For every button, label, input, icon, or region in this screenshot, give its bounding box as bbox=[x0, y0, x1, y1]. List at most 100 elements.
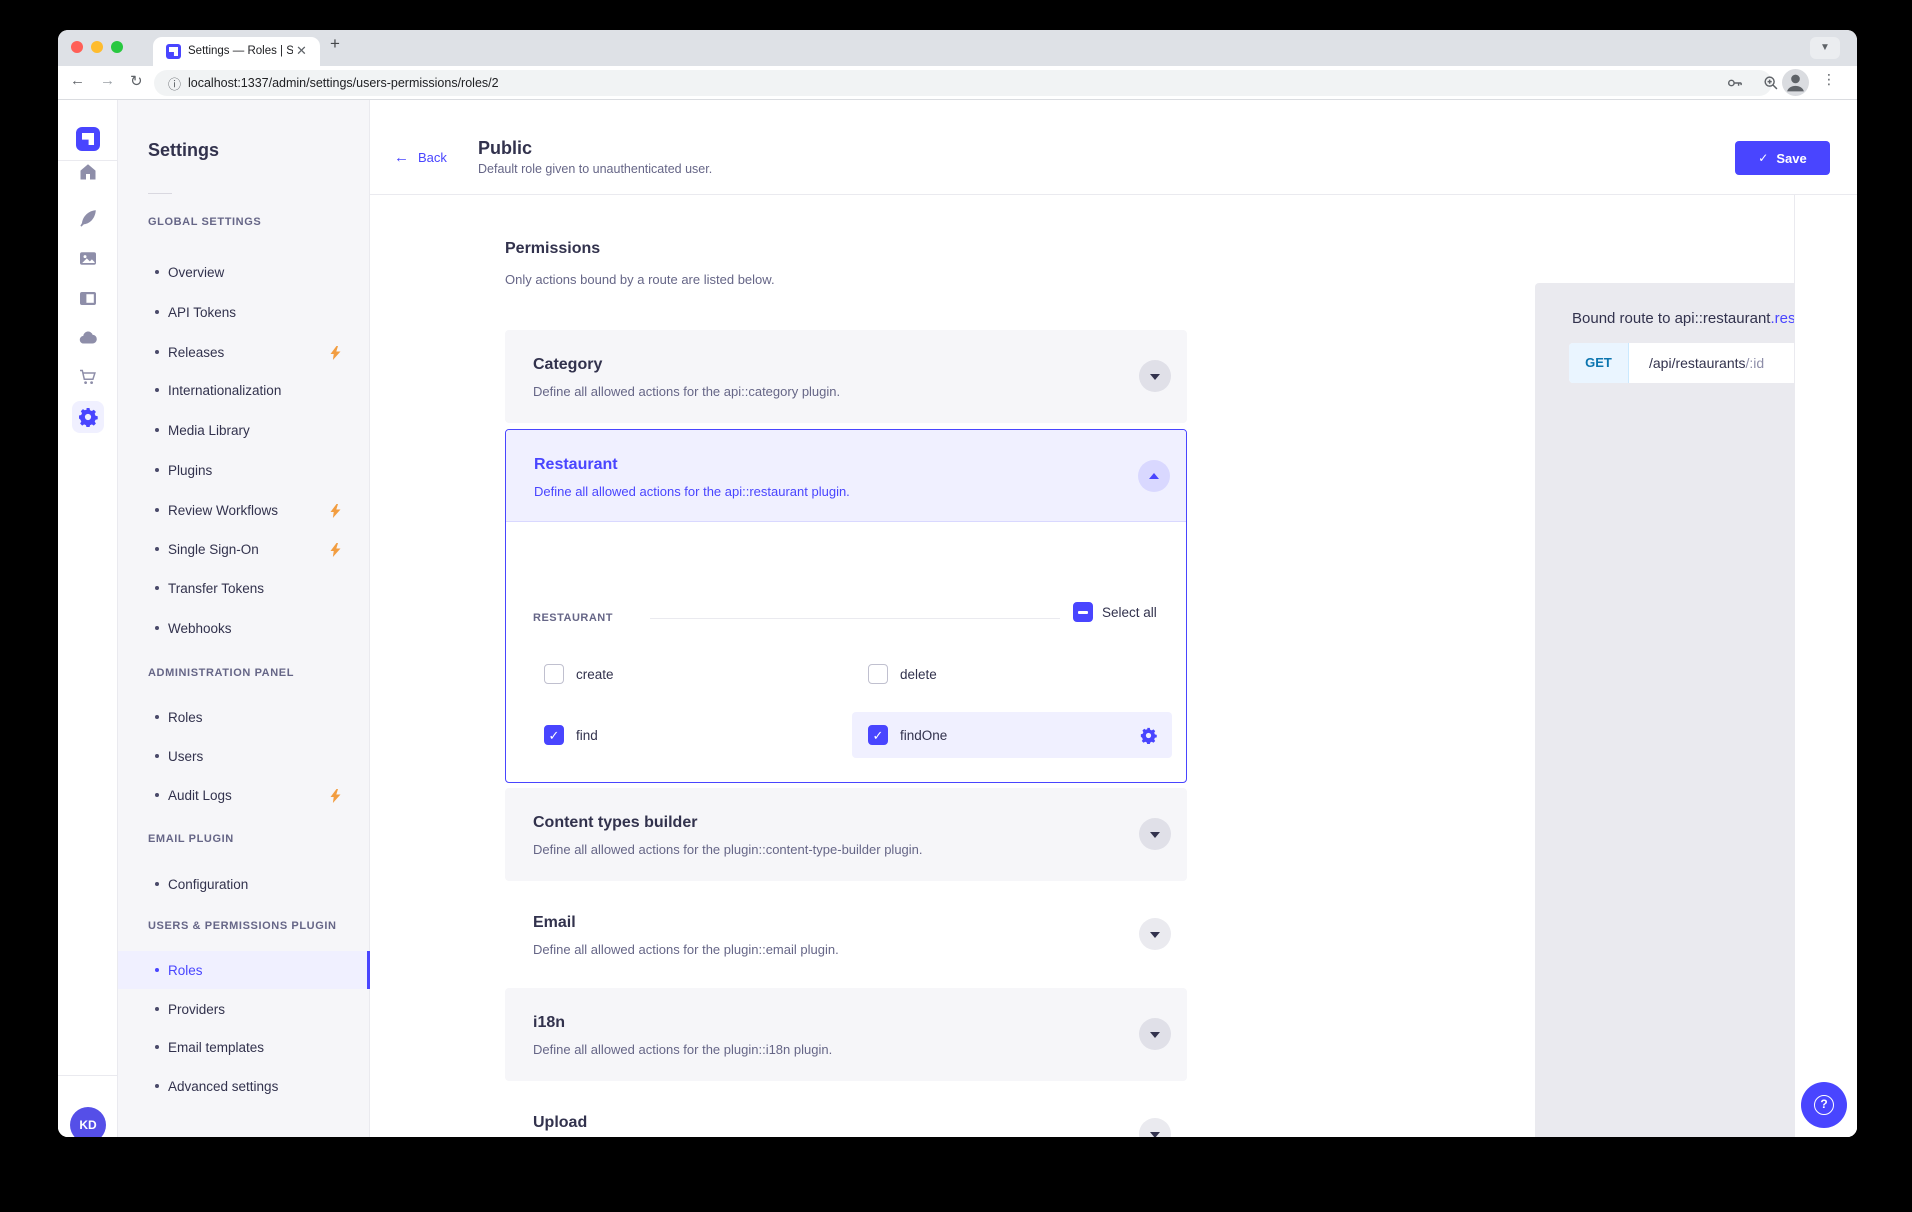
tab-search-chevron-icon[interactable]: ▼ bbox=[1810, 37, 1840, 59]
check-icon: ✓ bbox=[1758, 151, 1768, 165]
browser-tab[interactable]: Settings — Roles | Strapi ✕ bbox=[153, 37, 320, 66]
divider bbox=[650, 618, 1060, 619]
user-avatar[interactable]: KD bbox=[70, 1107, 106, 1137]
back-link[interactable]: ←Back bbox=[394, 149, 447, 166]
tab-title: Settings — Roles | Strapi bbox=[188, 45, 293, 57]
section-email-plugin: EMAIL PLUGIN bbox=[148, 833, 234, 847]
checkbox-create[interactable] bbox=[544, 664, 564, 684]
collapse-chevron-button[interactable] bbox=[1138, 460, 1170, 492]
sidebar-item-configuration[interactable]: Configuration bbox=[118, 865, 370, 903]
sidebar-item-review-workflows[interactable]: Review Workflows bbox=[118, 491, 370, 529]
sidebar-item-roles-active[interactable]: Roles bbox=[118, 951, 370, 989]
back-icon[interactable]: ← bbox=[70, 72, 85, 89]
chevron-up-icon bbox=[1149, 473, 1159, 479]
reload-icon[interactable]: ↻ bbox=[130, 72, 143, 90]
screen-background: Settings — Roles | Strapi ✕ + ▼ ← → ↻ ⓘ … bbox=[0, 0, 1912, 1212]
section-administration-panel: ADMINISTRATION PANEL bbox=[148, 667, 294, 681]
sidebar-item-releases[interactable]: Releases bbox=[118, 333, 370, 371]
checkbox-find[interactable]: ✓ bbox=[544, 725, 564, 745]
accordion-category[interactable]: Category Define all allowed actions for … bbox=[505, 330, 1187, 423]
save-button[interactable]: ✓Save bbox=[1735, 141, 1830, 175]
strapi-logo[interactable] bbox=[76, 127, 100, 151]
divider bbox=[148, 193, 172, 194]
address-bar[interactable]: ⓘ localhost:1337/admin/settings/users-pe… bbox=[154, 70, 1772, 96]
bolt-icon bbox=[330, 789, 341, 803]
marketplace-cart-icon[interactable] bbox=[78, 367, 98, 387]
accordion-content-types-builder[interactable]: Content types builder Define all allowed… bbox=[505, 788, 1187, 881]
expand-chevron-button[interactable] bbox=[1139, 1118, 1171, 1137]
strapi-app: KD Settings GLOBAL SETTINGS Overview API… bbox=[58, 100, 1857, 1137]
accordion-email[interactable]: Email Define all allowed actions for the… bbox=[505, 888, 1187, 981]
chevron-down-icon bbox=[1150, 1032, 1160, 1038]
strapi-favicon-icon bbox=[166, 44, 181, 59]
cloud-icon[interactable] bbox=[78, 328, 98, 348]
zoom-icon[interactable] bbox=[1762, 74, 1780, 92]
chevron-down-icon bbox=[1150, 374, 1160, 380]
chevron-down-icon bbox=[1150, 932, 1160, 938]
site-info-icon[interactable]: ⓘ bbox=[168, 74, 181, 93]
sidebar-item-audit-logs[interactable]: Audit Logs bbox=[118, 776, 370, 814]
sidebar-item-media-library[interactable]: Media Library bbox=[118, 411, 370, 449]
route-path: /api/restaurants/:id bbox=[1649, 355, 1764, 371]
tab-close-icon[interactable]: ✕ bbox=[296, 43, 307, 59]
back-arrow-icon: ← bbox=[394, 149, 409, 166]
restaurant-group-label: RESTAURANT bbox=[533, 612, 613, 624]
sidebar-item-overview[interactable]: Overview bbox=[118, 253, 370, 291]
chevron-down-icon bbox=[1150, 1132, 1160, 1137]
sidebar-item-webhooks[interactable]: Webhooks bbox=[118, 609, 370, 647]
sidebar-item-advanced-settings[interactable]: Advanced settings bbox=[118, 1067, 370, 1105]
checkbox-delete[interactable] bbox=[868, 664, 888, 684]
sidebar-item-plugins[interactable]: Plugins bbox=[118, 451, 370, 489]
sidebar-item-api-tokens[interactable]: API Tokens bbox=[118, 293, 370, 331]
browser-menu-icon[interactable]: ⋮ bbox=[1822, 71, 1836, 88]
accordion-restaurant: Restaurant Define all allowed actions fo… bbox=[505, 429, 1187, 783]
forward-icon[interactable]: → bbox=[100, 72, 115, 89]
checkbox-findone[interactable]: ✓ bbox=[868, 725, 888, 745]
expand-chevron-button[interactable] bbox=[1139, 918, 1171, 950]
bolt-icon bbox=[330, 543, 341, 557]
checkbox-find-label: find bbox=[576, 728, 598, 743]
select-all-checkbox[interactable] bbox=[1073, 602, 1093, 622]
selected-action-row-findone[interactable]: ✓ findOne bbox=[852, 712, 1172, 758]
sidebar-item-single-sign-on[interactable]: Single Sign-On bbox=[118, 530, 370, 568]
expand-chevron-button[interactable] bbox=[1139, 818, 1171, 850]
home-icon[interactable] bbox=[78, 162, 98, 182]
settings-nav-item[interactable] bbox=[72, 401, 104, 433]
expand-chevron-button[interactable] bbox=[1139, 1018, 1171, 1050]
http-method-badge: GET bbox=[1569, 343, 1629, 383]
expand-chevron-button[interactable] bbox=[1139, 360, 1171, 392]
sidebar-item-providers[interactable]: Providers bbox=[118, 990, 370, 1028]
sidebar-item-users[interactable]: Users bbox=[118, 737, 370, 775]
maximize-window-button[interactable] bbox=[111, 41, 123, 53]
new-tab-button[interactable]: + bbox=[330, 34, 340, 54]
sidebar-item-internationalization[interactable]: Internationalization bbox=[118, 371, 370, 409]
action-settings-cog-icon[interactable] bbox=[1140, 727, 1157, 744]
accordion-upload[interactable]: Upload bbox=[505, 1088, 1187, 1137]
sidebar-item-email-templates[interactable]: Email templates bbox=[118, 1028, 370, 1066]
settings-sidebar: Settings GLOBAL SETTINGS Overview API To… bbox=[118, 100, 370, 1137]
browser-profile-avatar[interactable] bbox=[1782, 69, 1809, 96]
content-type-builder-layout-icon[interactable] bbox=[78, 288, 98, 308]
permissions-subtitle: Only actions bound by a route are listed… bbox=[505, 272, 775, 287]
section-global-settings: GLOBAL SETTINGS bbox=[148, 216, 261, 230]
bolt-icon bbox=[330, 346, 341, 360]
sidebar-item-admin-roles[interactable]: Roles bbox=[118, 698, 370, 736]
close-window-button[interactable] bbox=[71, 41, 83, 53]
url-text: localhost:1337/admin/settings/users-perm… bbox=[188, 76, 499, 90]
right-gutter bbox=[1794, 195, 1857, 1137]
checkbox-create-label: create bbox=[576, 667, 614, 682]
content-manager-feather-icon[interactable] bbox=[78, 208, 98, 228]
main-nav-rail: KD bbox=[58, 100, 118, 1137]
settings-gear-icon bbox=[78, 407, 98, 427]
sidebar-item-transfer-tokens[interactable]: Transfer Tokens bbox=[118, 569, 370, 607]
minimize-window-button[interactable] bbox=[91, 41, 103, 53]
media-library-image-icon[interactable] bbox=[78, 248, 98, 268]
settings-sidebar-title: Settings bbox=[148, 140, 219, 161]
section-users-permissions-plugin: USERS & PERMISSIONS PLUGIN bbox=[148, 920, 337, 934]
help-button[interactable]: ? bbox=[1801, 1082, 1847, 1128]
chevron-down-icon bbox=[1150, 832, 1160, 838]
accordion-restaurant-header[interactable]: Restaurant Define all allowed actions fo… bbox=[506, 430, 1186, 522]
accordion-i18n[interactable]: i18n Define all allowed actions for the … bbox=[505, 988, 1187, 1081]
browser-window: Settings — Roles | Strapi ✕ + ▼ ← → ↻ ⓘ … bbox=[58, 30, 1857, 1137]
password-key-icon[interactable] bbox=[1726, 74, 1744, 92]
